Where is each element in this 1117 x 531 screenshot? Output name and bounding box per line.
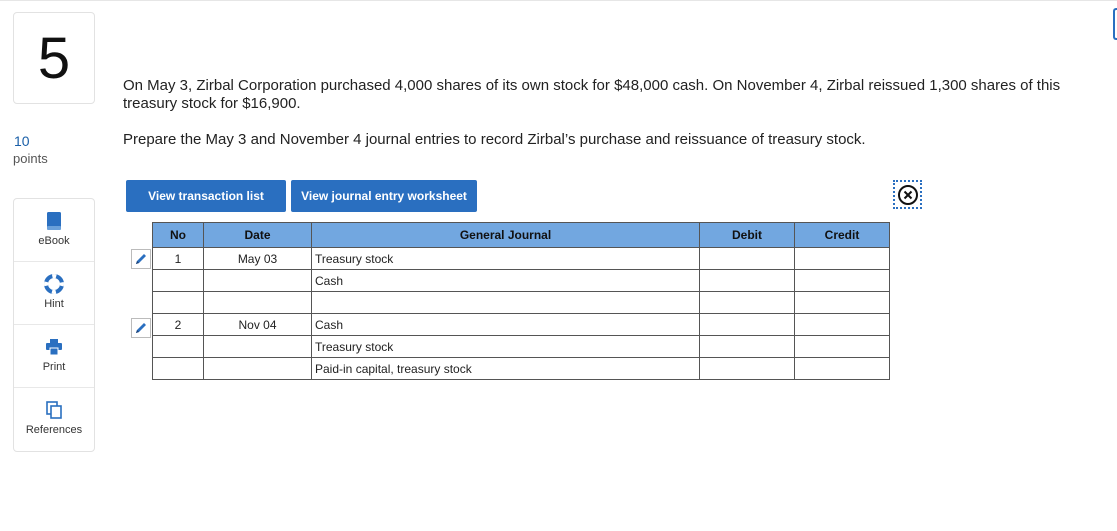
question-text: On May 3, Zirbal Corporation purchased 4… bbox=[123, 77, 1061, 112]
entry-date bbox=[203, 335, 312, 358]
table-row: Paid-in capital, treasury stock bbox=[152, 357, 890, 380]
book-icon bbox=[47, 212, 61, 230]
credit-cell bbox=[794, 335, 890, 358]
ebook-button[interactable]: eBook bbox=[14, 199, 94, 262]
entry-date: Nov 04 bbox=[203, 313, 312, 336]
debit-cell bbox=[699, 357, 795, 380]
header-date: Date bbox=[203, 222, 312, 248]
references-label: References bbox=[25, 424, 83, 436]
debit-cell bbox=[699, 291, 795, 314]
table-row: 1 May 03 Treasury stock bbox=[152, 247, 890, 270]
header-general-journal: General Journal bbox=[311, 222, 700, 248]
table-row: Cash bbox=[152, 269, 890, 292]
debit-cell bbox=[699, 269, 795, 292]
print-label: Print bbox=[42, 361, 66, 373]
credit-cell bbox=[794, 357, 890, 380]
entry-no bbox=[152, 291, 204, 314]
references-button[interactable]: References bbox=[14, 388, 94, 451]
entry-no bbox=[152, 269, 204, 292]
journal-table: No Date General Journal Debit Credit 1 M… bbox=[152, 222, 890, 380]
documents-icon bbox=[46, 401, 62, 419]
entry-date bbox=[203, 269, 312, 292]
close-button[interactable] bbox=[893, 180, 922, 209]
points-value: 10 bbox=[14, 133, 30, 149]
table-row: 2 Nov 04 Cash bbox=[152, 313, 890, 336]
question-instruction: Prepare the May 3 and November 4 journal… bbox=[123, 131, 866, 148]
credit-cell bbox=[794, 291, 890, 314]
edit-entry-2-button[interactable] bbox=[131, 318, 151, 338]
pencil-icon bbox=[136, 323, 146, 333]
hint-label: Hint bbox=[44, 298, 64, 310]
tools-panel: eBook Hint Print References bbox=[13, 198, 95, 452]
entry-date bbox=[203, 291, 312, 314]
hint-button[interactable]: Hint bbox=[14, 262, 94, 325]
header-debit: Debit bbox=[699, 222, 795, 248]
journal-header-row: No Date General Journal Debit Credit bbox=[152, 222, 890, 248]
header-credit: Credit bbox=[794, 222, 890, 248]
printer-icon bbox=[46, 339, 62, 356]
table-row: Treasury stock bbox=[152, 335, 890, 358]
edit-entry-1-button[interactable] bbox=[131, 249, 151, 269]
entry-no: 2 bbox=[152, 313, 204, 336]
account-cell: Treasury stock bbox=[311, 335, 700, 358]
account-cell: Cash bbox=[311, 269, 700, 292]
header-no: No bbox=[152, 222, 204, 248]
account-cell bbox=[311, 291, 700, 314]
entry-date bbox=[203, 357, 312, 380]
debit-cell bbox=[699, 313, 795, 336]
account-cell: Cash bbox=[311, 313, 700, 336]
points-label: points bbox=[13, 151, 48, 166]
question-number: 5 bbox=[13, 12, 95, 104]
top-divider bbox=[0, 0, 1117, 1]
ebook-label: eBook bbox=[38, 235, 70, 247]
entry-no bbox=[152, 357, 204, 380]
view-transaction-list-button[interactable]: View transaction list bbox=[126, 180, 286, 212]
credit-cell bbox=[794, 269, 890, 292]
print-button[interactable]: Print bbox=[14, 325, 94, 388]
view-journal-entry-worksheet-button[interactable]: View journal entry worksheet bbox=[291, 180, 477, 212]
side-panel-tab[interactable] bbox=[1113, 8, 1117, 40]
credit-cell bbox=[794, 247, 890, 270]
entry-date: May 03 bbox=[203, 247, 312, 270]
account-cell: Paid-in capital, treasury stock bbox=[311, 357, 700, 380]
credit-cell bbox=[794, 313, 890, 336]
table-row bbox=[152, 291, 890, 314]
close-circle-icon bbox=[897, 184, 918, 205]
entry-no: 1 bbox=[152, 247, 204, 270]
pencil-icon bbox=[136, 254, 146, 264]
account-cell: Treasury stock bbox=[311, 247, 700, 270]
debit-cell bbox=[699, 335, 795, 358]
lifebuoy-icon bbox=[44, 274, 64, 294]
entry-no bbox=[152, 335, 204, 358]
debit-cell bbox=[699, 247, 795, 270]
